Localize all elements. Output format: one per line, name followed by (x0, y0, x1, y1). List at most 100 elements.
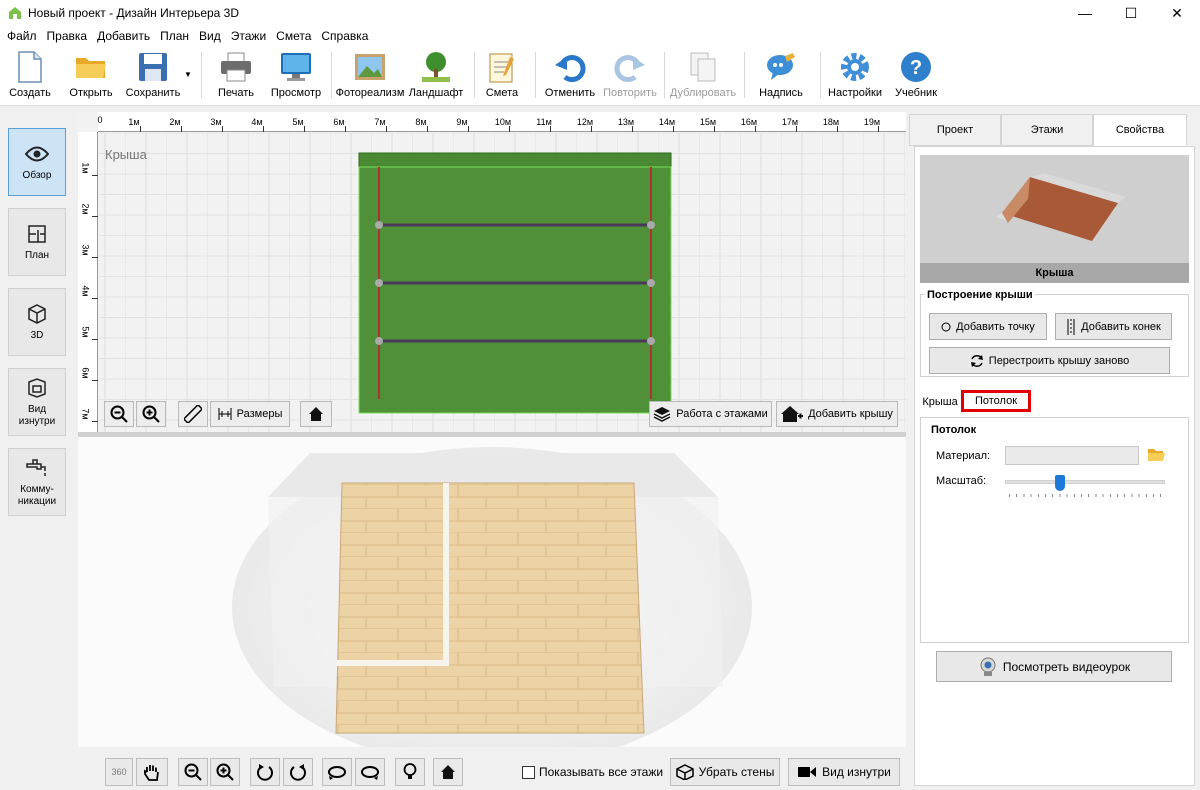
toolbar-separator (535, 52, 536, 98)
menu-estimate[interactable]: Смета (271, 29, 316, 43)
plan-canvas[interactable]: Крыша (99, 133, 906, 432)
slider-thumb[interactable] (1054, 475, 1065, 491)
eye-icon (25, 146, 49, 161)
photorealism-button[interactable]: Фотореализм (336, 50, 404, 102)
rotate-left-button[interactable] (250, 758, 280, 786)
toolbar-separator (744, 52, 745, 98)
roof-construction-group: Построение крыши Добавить точку Добавить… (920, 289, 1189, 377)
plan-zoom-in-button[interactable] (136, 401, 166, 427)
show-all-floors-checkbox[interactable]: Показывать все этажи (522, 765, 663, 779)
ruler-tool-button[interactable] (178, 401, 208, 427)
subtab-ceiling[interactable]: Потолок (961, 390, 1031, 412)
preview-button[interactable]: Просмотр (270, 50, 322, 102)
print-button[interactable]: Печать (214, 50, 258, 102)
add-roof-button[interactable]: Добавить крышу (776, 401, 898, 427)
nav-plan[interactable]: План (8, 208, 66, 276)
floors-work-button[interactable]: Работа с этажами (649, 401, 772, 427)
duplicate-button[interactable]: Дублировать (670, 50, 736, 102)
nav-utilities[interactable]: Комму-никации (8, 448, 66, 516)
tab-properties[interactable]: Свойства (1093, 114, 1187, 146)
add-point-button[interactable]: Добавить точку (929, 313, 1047, 340)
menu-file[interactable]: Файл (2, 29, 42, 43)
ruler-x-tick (509, 126, 510, 132)
watch-video-tutorial-button[interactable]: Посмотреть видеоурок (936, 651, 1172, 682)
orbit-left-icon (328, 766, 346, 780)
estimate-button[interactable]: Смета (482, 50, 522, 102)
faucet-icon (26, 458, 46, 476)
label-button[interactable]: Надпись (758, 50, 804, 102)
tab-project[interactable]: Проект (909, 114, 1001, 146)
3d-zoom-in-button[interactable] (210, 758, 240, 786)
nav-inside-view[interactable]: Вид изнутри (8, 368, 66, 436)
tree-icon (422, 52, 450, 82)
ruler-y-label: 6м (80, 367, 91, 379)
menu-floors[interactable]: Этажи (226, 29, 271, 43)
menu-plan[interactable]: План (155, 29, 194, 43)
ruler-y-tick (92, 421, 98, 422)
walls-box-icon (675, 764, 694, 780)
3d-view[interactable] (78, 437, 906, 747)
maximize-button[interactable]: ☐ (1108, 0, 1154, 26)
plan-view[interactable]: 0 1м 2м 3м 4м 5м 6м 7м 8м 9м 10м 11м 12м 13м 14м 15м 16м… (78, 112, 906, 432)
redo-button[interactable]: Повторить (602, 50, 658, 102)
menu-view[interactable]: Вид (194, 29, 226, 43)
inside-view-button[interactable]: Вид изнутри (788, 758, 900, 786)
tab-floors[interactable]: Этажи (1001, 114, 1093, 146)
ruler-x-tick (673, 126, 674, 132)
printer-icon (221, 52, 251, 82)
nav-overview[interactable]: Обзор (8, 128, 66, 196)
ruler-y-label: 7м (80, 408, 91, 420)
settings-button[interactable]: Настройки (828, 50, 882, 102)
save-dropdown-arrow-icon[interactable]: ▼ (184, 70, 192, 79)
3d-zoom-out-button[interactable] (178, 758, 208, 786)
menu-edit[interactable]: Правка (42, 29, 93, 43)
pan-hand-button[interactable] (136, 758, 168, 786)
undo-button[interactable]: Отменить (544, 50, 596, 102)
save-button[interactable]: Сохранить (124, 50, 182, 102)
ruler-y-tick (92, 298, 98, 299)
toolbar-separator (474, 52, 475, 98)
checkbox-box[interactable] (522, 765, 535, 779)
right-panel: Проект Этажи Свойства Крыша Построение к… (909, 112, 1200, 790)
zoom-out-icon (110, 405, 128, 423)
ruler-x-tick (263, 126, 264, 132)
plan-home-button[interactable] (300, 401, 332, 427)
create-button[interactable]: Создать (8, 50, 52, 102)
tutorial-button[interactable]: ? Учебник (892, 50, 940, 102)
menu-add[interactable]: Добавить (92, 29, 155, 43)
point-circle-icon (941, 322, 951, 331)
minimize-button[interactable]: — (1062, 0, 1108, 26)
rotate-360-button[interactable]: 360 (105, 758, 133, 786)
orbit-right-button[interactable] (355, 758, 385, 786)
landscape-button[interactable]: Ландшафт (408, 50, 464, 102)
ruler-x-tick (468, 126, 469, 132)
slider-ticks (1009, 494, 1161, 497)
scale-slider[interactable] (1005, 470, 1165, 500)
gear-icon (841, 53, 869, 81)
remove-walls-button[interactable]: Убрать стены (670, 758, 780, 786)
3d-home-button[interactable] (433, 758, 463, 786)
ruler-x-label: 8м (415, 117, 427, 127)
orbit-left-button[interactable] (322, 758, 352, 786)
ruler-x-label: 9м (456, 117, 468, 127)
dimensions-button[interactable]: Размеры (210, 401, 290, 427)
orbit-right-icon (361, 766, 379, 780)
rebuild-roof-button[interactable]: Перестроить крышу заново (929, 347, 1170, 374)
menu-help[interactable]: Справка (316, 29, 373, 43)
open-folder-icon[interactable] (1147, 447, 1165, 462)
close-button[interactable]: ✕ (1154, 0, 1200, 26)
ridge-icon (1067, 318, 1075, 335)
material-field[interactable] (1005, 446, 1139, 465)
3d-scene[interactable] (78, 437, 906, 747)
add-ridge-button[interactable]: Добавить конек (1055, 313, 1172, 340)
open-button[interactable]: Открыть (66, 50, 116, 102)
roof-plan[interactable] (99, 133, 906, 432)
ruler-y-label: 1м (80, 162, 91, 174)
lighting-button[interactable] (395, 758, 425, 786)
subtab-roof[interactable]: Крыша (921, 391, 959, 413)
nav-3d[interactable]: 3D (8, 288, 66, 356)
ruler-x-label: 1м (128, 117, 140, 127)
plan-zoom-out-button[interactable] (104, 401, 134, 427)
rotate-right-button[interactable] (283, 758, 313, 786)
home-icon (309, 407, 323, 421)
